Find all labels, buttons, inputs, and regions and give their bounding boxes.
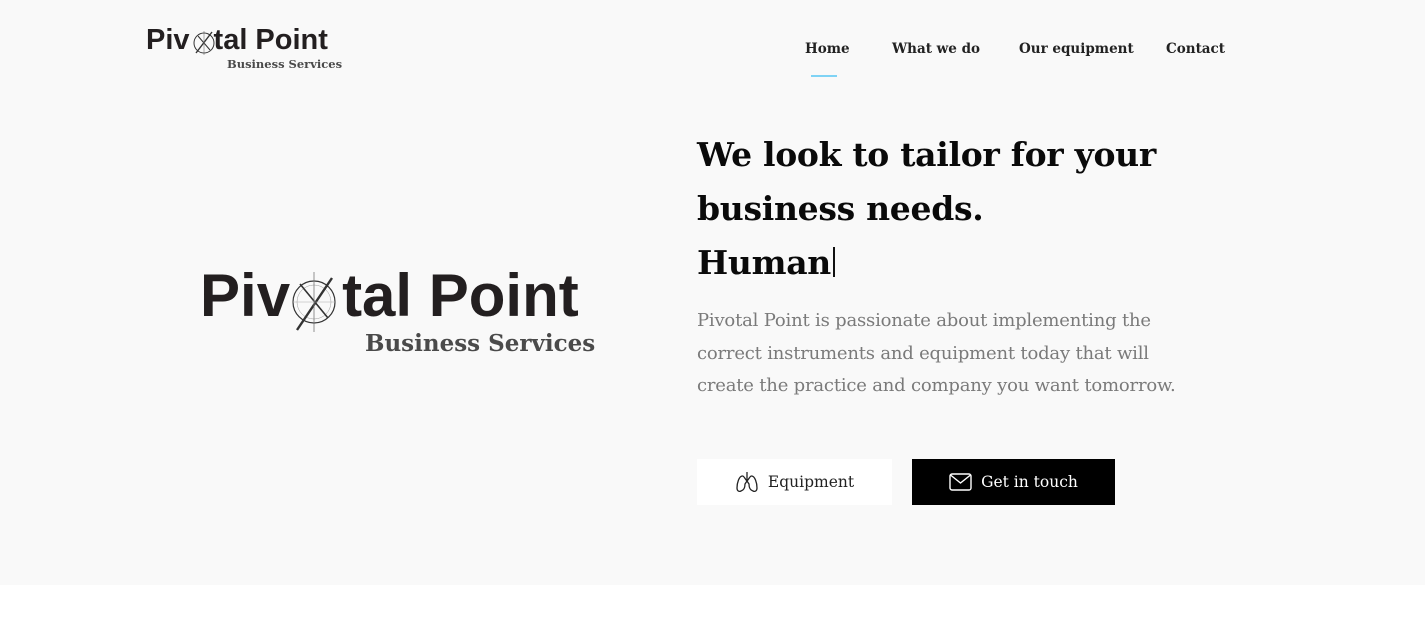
hero-logo-text-part1: Piv <box>200 262 291 329</box>
description-line-3: create the practice and company you want… <box>697 375 1176 396</box>
equipment-button[interactable]: Equipment <box>697 459 892 505</box>
nav-item-our-equipment[interactable]: Our equipment <box>1019 41 1134 81</box>
description-line-1: Pivotal Point is passionate about implem… <box>697 310 1151 331</box>
nav-item-home[interactable]: Home <box>805 41 850 81</box>
hero-logo-tagline: Business Services <box>365 330 596 357</box>
equipment-button-label: Equipment <box>767 473 855 491</box>
headline-typed-line: Human <box>697 236 1317 290</box>
hero-compass-icon <box>292 272 336 332</box>
headline-line-2: business needs. <box>697 189 984 228</box>
hero-logo: Piv tal Point Business Services <box>200 266 595 362</box>
get-in-touch-button[interactable]: Get in touch <box>912 459 1115 505</box>
get-in-touch-button-label: Get in touch <box>981 473 1078 491</box>
hero-logo-text-part2: tal Point <box>342 262 579 329</box>
hero-description: Pivotal Point is passionate about implem… <box>697 305 1237 403</box>
nav-item-what-we-do[interactable]: What we do <box>892 41 980 81</box>
typed-word: Human <box>697 243 831 282</box>
description-line-2: correct instruments and equipment today … <box>697 342 1149 364</box>
nav-active-indicator <box>811 75 837 77</box>
logo-tagline: Business Services <box>227 57 343 71</box>
compass-icon <box>193 31 215 55</box>
nav-item-contact[interactable]: Contact <box>1166 41 1225 81</box>
logo-text-part1: Piv <box>146 24 190 56</box>
hero-headline: We look to tailor for your business need… <box>697 128 1317 290</box>
logo-text-part2: tal Point <box>213 24 328 56</box>
typing-caret <box>832 247 835 277</box>
lungs-icon <box>736 472 758 493</box>
envelope-icon <box>949 473 972 491</box>
headline-line-1: We look to tailor for your <box>697 135 1156 174</box>
header-logo[interactable]: Piv tal Point Business Services <box>146 24 342 76</box>
